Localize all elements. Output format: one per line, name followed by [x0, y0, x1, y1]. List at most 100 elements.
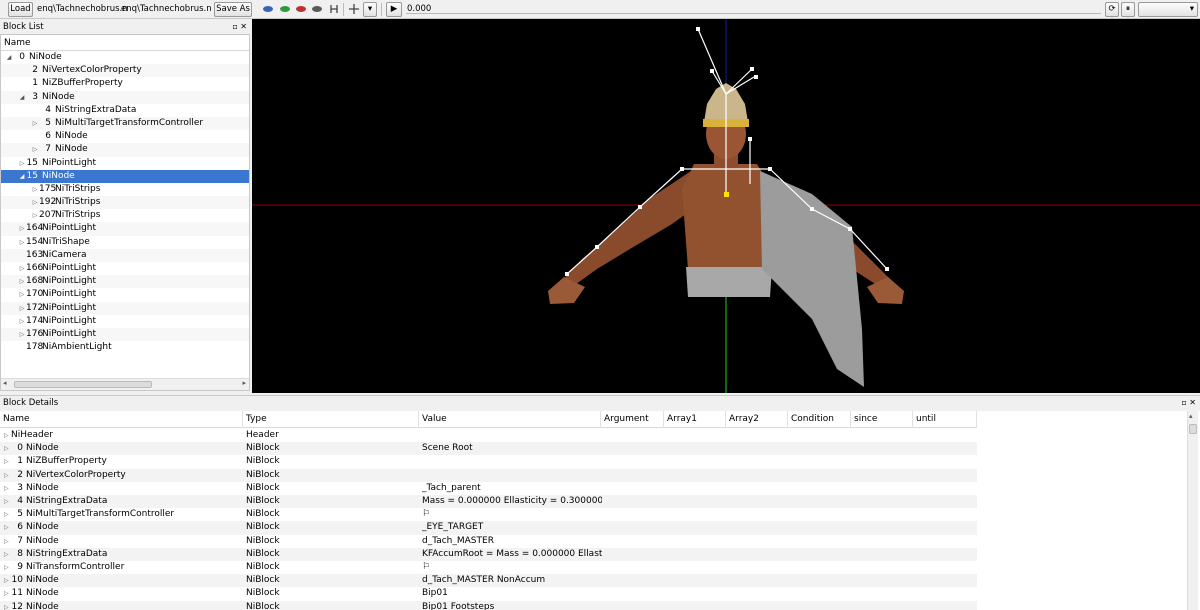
tree-item[interactable]: ▷ 168 NiPointLight	[1, 275, 249, 289]
column-header[interactable]: Array2	[726, 411, 788, 428]
scroll-up-icon[interactable]: ▴	[1189, 412, 1193, 420]
collapsed-arrow-icon[interactable]: ▷	[31, 196, 39, 209]
column-header[interactable]: since	[851, 411, 913, 428]
tree-item[interactable]: 4 NiStringExtraData	[1, 104, 249, 117]
expand-arrow-icon[interactable]: ▷	[4, 587, 9, 600]
table-row[interactable]: ▷ 1 NiZBufferProperty NiBlock	[0, 455, 977, 468]
tree-item[interactable]: ◢ 15 NiNode	[1, 169, 249, 183]
close-icon[interactable]: ✕	[240, 22, 247, 31]
collapsed-arrow-icon[interactable]: ▷	[18, 157, 26, 170]
column-header[interactable]: Argument	[601, 411, 664, 428]
horizontal-scrollbar[interactable]: ◂ ▸	[1, 378, 249, 390]
table-row[interactable]: ▷ 10 NiNode NiBlock d_Tach_MASTER NonAccum	[0, 574, 977, 588]
expand-arrow-icon[interactable]: ▷	[4, 601, 9, 610]
tree-item[interactable]: ▷ 7 NiNode	[1, 143, 249, 157]
expand-arrow-icon[interactable]: ▷	[4, 508, 9, 521]
flip-icon[interactable]	[328, 3, 340, 15]
view-front-icon[interactable]	[262, 3, 274, 15]
tree-item[interactable]: 163 NiCamera	[1, 248, 249, 262]
tree-item[interactable]: 1 NiZBufferProperty	[1, 77, 249, 90]
tree-item[interactable]: 6 NiNode	[1, 130, 249, 143]
collapsed-arrow-icon[interactable]: ▷	[18, 236, 26, 249]
expand-arrow-icon[interactable]: ▷	[4, 561, 9, 574]
collapsed-arrow-icon[interactable]: ▷	[31, 183, 39, 196]
collapsed-arrow-icon[interactable]: ▷	[18, 302, 26, 315]
view-side-icon[interactable]	[279, 3, 291, 15]
expanded-arrow-icon[interactable]: ◢	[18, 91, 26, 104]
collapsed-arrow-icon[interactable]: ▷	[31, 143, 39, 156]
expand-arrow-icon[interactable]: ▷	[4, 535, 9, 548]
table-row[interactable]: ▷ 8 NiStringExtraData NiBlock KFAccumRoot = …	[0, 547, 977, 561]
column-header[interactable]: Type	[243, 411, 419, 428]
column-header[interactable]: Condition	[788, 411, 851, 428]
tree-item[interactable]: ▷ 207 NiTriStrips	[1, 209, 249, 222]
tree-item[interactable]: 178 NiAmbientLight	[1, 341, 249, 354]
tree-column-name[interactable]: Name	[1, 35, 249, 51]
column-header[interactable]: Value	[419, 411, 601, 428]
table-row[interactable]: ▷ NiHeader Header	[0, 429, 977, 442]
tree-item[interactable]: ▷ 154 NiTriShape	[1, 236, 249, 249]
tree-item[interactable]: ◢ 3 NiNode	[1, 90, 249, 104]
float-icon[interactable]: ▫	[1181, 398, 1186, 407]
play-button[interactable]: ▶	[386, 2, 402, 17]
tree-item[interactable]: ▷ 170 NiPointLight	[1, 288, 249, 301]
collapsed-arrow-icon[interactable]: ▷	[18, 275, 26, 288]
table-row[interactable]: ▷ 4 NiStringExtraData NiBlock Mass = 0.00000…	[0, 495, 977, 509]
tree-item[interactable]: ▷ 192 NiTriStrips	[1, 196, 249, 210]
table-row[interactable]: ▷ 11 NiNode NiBlock Bip01	[0, 587, 977, 600]
expand-arrow-icon[interactable]: ▷	[4, 455, 9, 468]
expand-arrow-icon[interactable]: ▷	[4, 574, 9, 587]
vertical-scrollbar[interactable]: ▴	[1187, 411, 1198, 610]
load-path-field[interactable]: enq\Tachnechobrus.nif	[37, 2, 127, 17]
close-icon[interactable]: ✕	[1189, 398, 1196, 407]
collapsed-arrow-icon[interactable]: ▷	[18, 222, 26, 235]
tree-item[interactable]: ▷ 174 NiPointLight	[1, 315, 249, 328]
expanded-arrow-icon[interactable]: ◢	[18, 170, 26, 183]
collapsed-arrow-icon[interactable]: ▷	[31, 117, 39, 130]
table-row[interactable]: ▷ 5 NiMultiTargetTransformController NiBloc…	[0, 508, 977, 521]
block-list-tree[interactable]: Name ◢ 0 NiNode 2 NiVertexColorProperty 1 NiZB…	[0, 34, 250, 391]
scroll-left-icon[interactable]: ◂	[3, 379, 7, 387]
expand-arrow-icon[interactable]: ▷	[4, 429, 9, 442]
expand-arrow-icon[interactable]: ▷	[4, 469, 9, 482]
expand-arrow-icon[interactable]: ▷	[4, 442, 9, 455]
animation-dropdown[interactable]: ▾	[1138, 2, 1198, 17]
expand-arrow-icon[interactable]: ▷	[4, 521, 9, 534]
table-row[interactable]: ▷ 9 NiTransformController NiBlock ⚐	[0, 561, 977, 574]
render-viewport[interactable]	[252, 19, 1200, 393]
tree-item[interactable]: ▷ 172 NiPointLight	[1, 301, 249, 315]
expand-arrow-icon[interactable]: ▷	[4, 548, 9, 561]
column-header[interactable]: Array1	[664, 411, 726, 428]
float-icon[interactable]: ▫	[232, 22, 237, 31]
scroll-thumb[interactable]	[1189, 424, 1197, 434]
column-header[interactable]: until	[913, 411, 977, 428]
tree-item[interactable]: ▷ 175 NiTriStrips	[1, 183, 249, 196]
switch-button[interactable]: ⏸	[1121, 2, 1135, 17]
tree-item[interactable]: ▷ 176 NiPointLight	[1, 327, 249, 342]
save-path-field[interactable]: enq\Tachnechobrus.nif	[121, 2, 211, 17]
tree-item[interactable]: ▷ 15 NiPointLight	[1, 157, 249, 170]
time-slider[interactable]	[406, 13, 1101, 14]
save-as-button[interactable]: Save As	[214, 2, 252, 17]
collapsed-arrow-icon[interactable]: ▷	[18, 315, 26, 328]
table-row[interactable]: ▷ 6 NiNode NiBlock _EYE_TARGET	[0, 521, 977, 535]
table-row[interactable]: ▷ 0 NiNode NiBlock Scene Root	[0, 442, 977, 456]
move-icon[interactable]	[348, 3, 360, 15]
table-row[interactable]: ▷ 2 NiVertexColorProperty NiBlock	[0, 468, 977, 482]
load-button[interactable]: Load	[8, 2, 33, 17]
collapsed-arrow-icon[interactable]: ▷	[31, 209, 39, 222]
tree-item[interactable]: ▷ 166 NiPointLight	[1, 262, 249, 275]
collapsed-arrow-icon[interactable]: ▷	[18, 262, 26, 275]
tree-item[interactable]: 2 NiVertexColorProperty	[1, 64, 249, 78]
view-dropdown-button[interactable]: ▾	[363, 2, 377, 17]
expand-arrow-icon[interactable]: ▷	[4, 495, 9, 508]
scroll-right-icon[interactable]: ▸	[242, 379, 246, 387]
collapsed-arrow-icon[interactable]: ▷	[18, 288, 26, 301]
loop-button[interactable]: ⟳	[1105, 2, 1119, 17]
tree-item[interactable]: ▷ 5 NiMultiTargetTransformController	[1, 116, 249, 131]
column-header[interactable]: Name	[0, 411, 243, 428]
tree-item[interactable]: ▷ 164 NiPointLight	[1, 222, 249, 236]
collapsed-arrow-icon[interactable]: ▷	[18, 328, 26, 341]
view-top-icon[interactable]	[295, 3, 307, 15]
block-details-table[interactable]: Name Type Value Argument Array1 Array2 Conditi…	[0, 411, 1200, 610]
